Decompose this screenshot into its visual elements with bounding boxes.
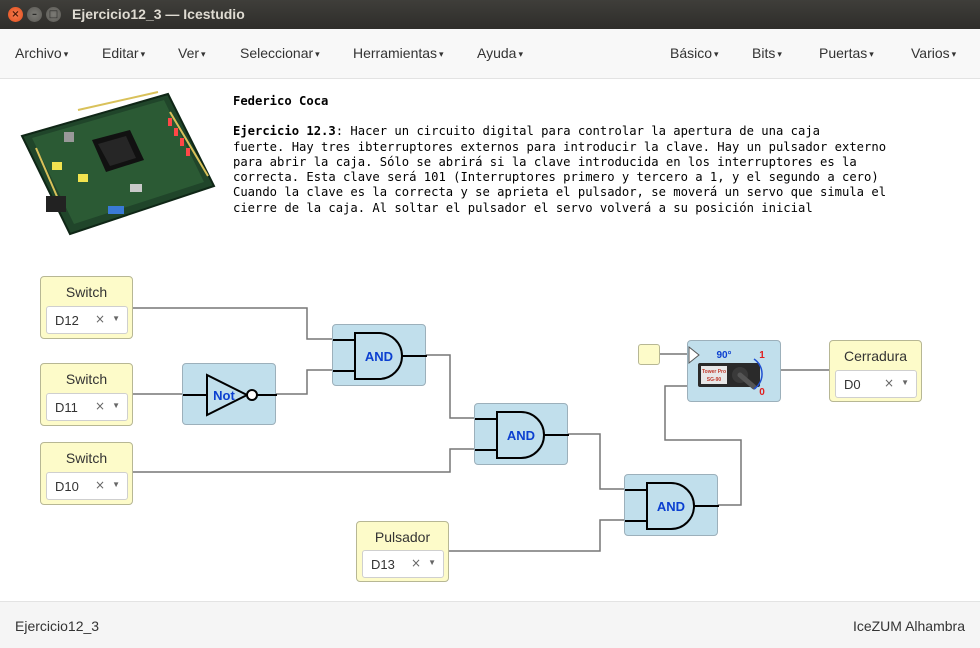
clear-icon[interactable]: × — [95, 478, 105, 492]
dropdown-arrow-icon[interactable]: ▼ — [428, 558, 436, 567]
servo-angle: 90° — [716, 350, 731, 361]
not-gate-icon: Not — [183, 373, 277, 417]
circuit-wires — [133, 307, 830, 552]
clear-icon[interactable]: × — [411, 556, 421, 570]
servo-icon: Tower Pro SG-90 90° 1 0 — [688, 345, 765, 398]
pin-select[interactable]: D0 × ▼ — [835, 370, 917, 398]
pin-value: D11 — [55, 400, 78, 415]
output-block[interactable]: Cerradura D0 × ▼ — [829, 340, 922, 402]
and-gate-block[interactable]: AND — [474, 403, 569, 465]
clear-icon[interactable]: × — [884, 376, 894, 390]
dropdown-arrow-icon[interactable]: ▼ — [112, 480, 120, 489]
block-label: Switch — [65, 371, 108, 387]
and-gate-icon: AND — [333, 332, 427, 380]
servo-off-state: 0 — [759, 387, 765, 398]
icestudio-window: × – □ Ejercicio12_3 — Icestudio Archivo ▾… — [0, 0, 980, 648]
pin-select[interactable]: D10 × ▼ — [46, 472, 128, 500]
wire — [449, 519, 625, 552]
gate-label: AND — [657, 499, 685, 514]
switch-input-block[interactable]: Switch D11 × ▼ — [40, 363, 133, 426]
gate-label: AND — [365, 349, 393, 364]
servo-block[interactable]: Tower Pro SG-90 90° 1 0 — [687, 340, 781, 402]
dropdown-arrow-icon[interactable]: ▼ — [112, 401, 120, 410]
pin-value: D0 — [844, 377, 861, 392]
pin-value: D12 — [55, 313, 79, 328]
servo-model: SG-90 — [707, 377, 722, 383]
pin-value: D10 — [55, 479, 79, 494]
servo-on-state: 1 — [759, 350, 765, 361]
wire — [426, 354, 475, 419]
block-label: Pulsador — [374, 529, 431, 545]
and-gate-icon: AND — [475, 411, 569, 459]
dropdown-arrow-icon[interactable]: ▼ — [112, 314, 120, 323]
pin-select[interactable]: D11 × ▼ — [46, 393, 128, 421]
and-gate-block[interactable]: AND — [332, 324, 427, 386]
status-bar: Ejercicio12_3 IceZUM Alhambra — [0, 601, 980, 648]
pin-value: D13 — [371, 557, 395, 572]
gate-label: Not — [213, 388, 235, 403]
gate-label: AND — [507, 428, 535, 443]
constant-block[interactable] — [638, 344, 660, 365]
servo-brand: Tower Pro — [702, 369, 726, 375]
project-name: Ejercicio12_3 — [15, 618, 100, 634]
wire — [133, 307, 333, 340]
switch-input-block[interactable]: Switch D12 × ▼ — [40, 276, 133, 339]
clear-icon[interactable]: × — [95, 312, 105, 326]
wire — [133, 448, 475, 473]
button-input-block[interactable]: Pulsador D13 × ▼ — [356, 521, 449, 582]
wire — [568, 433, 625, 490]
clear-icon[interactable]: × — [95, 399, 105, 413]
block-label: Switch — [65, 450, 108, 466]
dropdown-arrow-icon[interactable]: ▼ — [901, 378, 909, 387]
board-name[interactable]: IceZUM Alhambra — [853, 618, 965, 634]
and-gate-icon: AND — [625, 482, 719, 530]
block-label: Switch — [65, 284, 108, 300]
and-gate-block[interactable]: AND — [624, 474, 719, 536]
not-gate-block[interactable]: Not — [182, 363, 277, 425]
wire — [276, 369, 333, 395]
pin-select[interactable]: D13 × ▼ — [362, 550, 444, 578]
switch-input-block[interactable]: Switch D10 × ▼ — [40, 442, 133, 505]
pin-select[interactable]: D12 × ▼ — [46, 306, 128, 334]
block-label: Cerradura — [843, 348, 908, 364]
